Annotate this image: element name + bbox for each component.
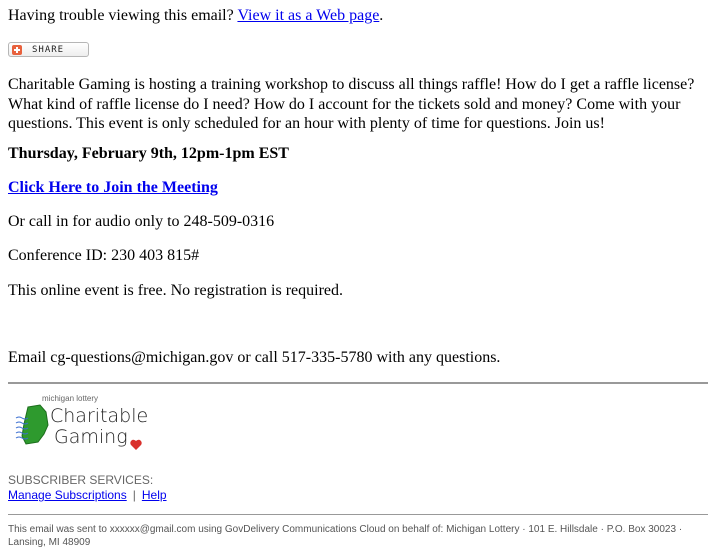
- trouble-viewing-line: Having trouble viewing this email? View …: [8, 7, 383, 25]
- subscriber-heading: SUBSCRIBER SERVICES:: [8, 473, 154, 487]
- manage-subscriptions-link[interactable]: Manage Subscriptions: [8, 488, 127, 502]
- subscriber-services: SUBSCRIBER SERVICES: Manage Subscription…: [8, 473, 167, 503]
- plus-icon: [12, 44, 22, 55]
- view-web-page-link[interactable]: View it as a Web page: [237, 7, 379, 24]
- share-button[interactable]: SHARE: [8, 42, 89, 57]
- michigan-shape-icon: [21, 404, 49, 445]
- conference-id-text: Conference ID: 230 403 815#: [8, 247, 200, 264]
- event-datetime: Thursday, February 9th, 12pm-1pm EST: [8, 145, 289, 162]
- share-label: SHARE: [32, 44, 65, 55]
- footer-divider: [8, 514, 708, 515]
- link-separator: |: [132, 488, 136, 502]
- logo-line2: Gaming: [54, 426, 128, 448]
- intro-paragraph: Charitable Gaming is hosting a training …: [8, 76, 695, 132]
- contact-text: Email cg-questions@michigan.gov or call …: [8, 349, 501, 366]
- heart-icon: [130, 439, 142, 450]
- logo-top-text: michigan lottery: [42, 394, 98, 403]
- charitable-gaming-logo: michigan lottery Charitable Gaming: [15, 394, 148, 450]
- trouble-suffix: .: [379, 7, 384, 24]
- help-link[interactable]: Help: [142, 488, 167, 502]
- divider: [8, 382, 708, 384]
- footer-text: This email was sent to xxxxxx@gmail.com …: [8, 524, 683, 548]
- logo-line1: Charitable: [50, 405, 148, 427]
- trouble-text: Having trouble viewing this email?: [8, 7, 238, 24]
- call-in-text: Or call in for audio only to 248-509-031…: [8, 213, 275, 230]
- free-event-note: This online event is free. No registrati…: [8, 282, 344, 299]
- join-meeting-link[interactable]: Click Here to Join the Meeting: [8, 179, 218, 196]
